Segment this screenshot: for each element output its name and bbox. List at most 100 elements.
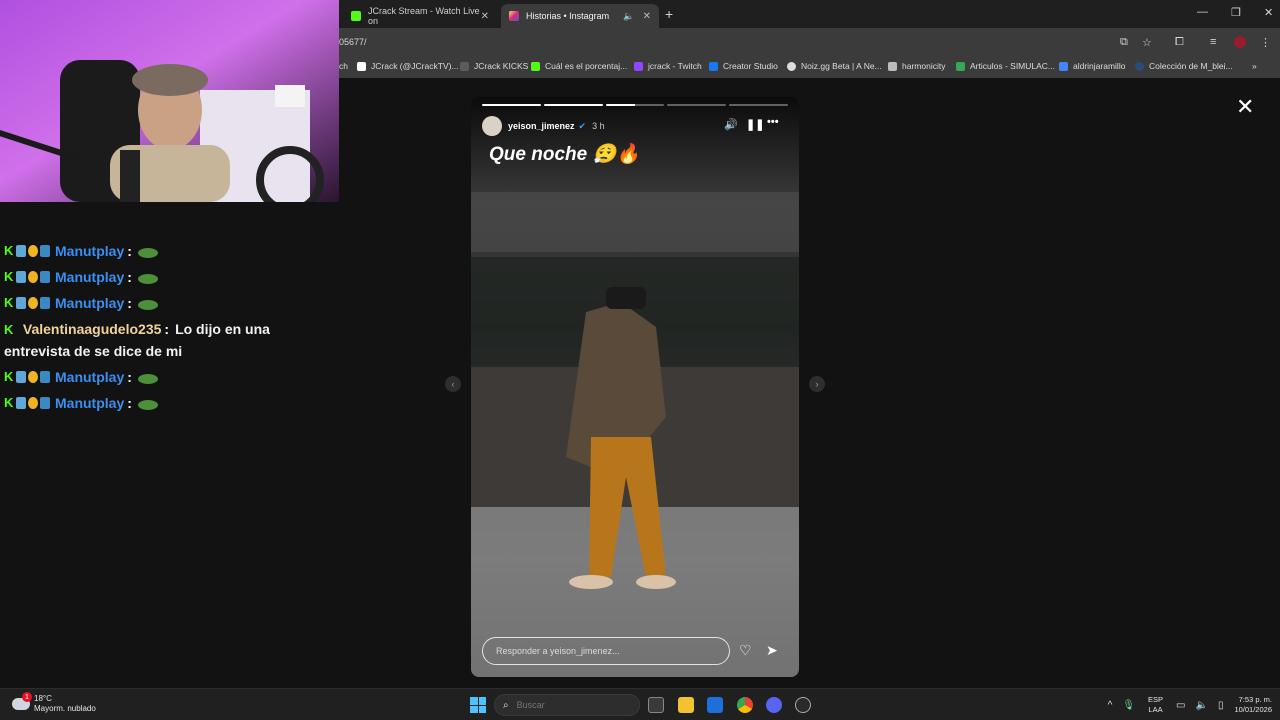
close-icon[interactable]: ✕ xyxy=(481,11,489,22)
app-icon[interactable] xyxy=(795,697,811,713)
file-explorer-icon[interactable] xyxy=(678,697,694,713)
discord-icon[interactable] xyxy=(766,697,782,713)
star-icon[interactable]: ☆ xyxy=(1142,36,1152,49)
kick-badge-icon: K xyxy=(4,295,14,310)
more-bookmarks-icon[interactable]: » xyxy=(1252,61,1257,71)
close-story-button[interactable]: ✕ xyxy=(1236,94,1254,120)
chat-message: K Valentinaagudelo235: Lo dijo en una ent… xyxy=(4,321,270,359)
tile-badge-icon xyxy=(16,371,26,383)
chevron-up-icon[interactable]: ^ xyxy=(1108,700,1113,711)
speaker-icon[interactable]: 🔈 xyxy=(623,11,634,22)
tile-badge-icon xyxy=(16,245,26,257)
chat-message: K Manutplay: xyxy=(4,366,334,388)
profile-avatar[interactable] xyxy=(1234,36,1246,48)
more-options-icon[interactable]: ••• xyxy=(767,116,779,128)
media-control-icon[interactable]: ≡ xyxy=(1210,36,1216,48)
volume-icon[interactable]: 🔈 xyxy=(1195,700,1207,711)
weather-temp: 18°C xyxy=(34,694,52,703)
clock[interactable]: 7:53 p. m. 10/01/2026 xyxy=(1234,695,1272,715)
chat-username: Manutplay xyxy=(55,369,125,385)
previous-story-button[interactable]: ‹ xyxy=(445,376,461,392)
weather-widget[interactable]: 1 18°C Mayorm. nublado xyxy=(12,692,96,714)
install-app-icon[interactable]: ⧉ xyxy=(1120,36,1128,49)
url-text[interactable]: 05677/ xyxy=(339,37,367,47)
tab-bar: JCrack Stream - Watch Live on ✕ Historia… xyxy=(339,0,1280,28)
language-indicator[interactable]: ESP LAA xyxy=(1148,695,1163,715)
frog-emote-icon xyxy=(137,274,158,284)
screen: JCrack Stream - Watch Live on ✕ Historia… xyxy=(0,0,1280,720)
taskbar: 1 18°C Mayorm. nublado ⌕ ^ 🎙 ESPLAA ▭ 🔈 … xyxy=(0,688,1280,720)
heart-icon[interactable]: ♡ xyxy=(739,642,752,659)
close-window-button[interactable]: ✕ xyxy=(1264,6,1273,19)
story-caption: Que noche 😮‍💨🔥 xyxy=(489,144,640,165)
kick-icon xyxy=(531,61,540,71)
tile-badge-icon xyxy=(16,271,26,283)
extensions-icon[interactable]: ⧠ xyxy=(1175,36,1184,49)
coin-badge-icon xyxy=(28,297,38,309)
twitch-icon xyxy=(634,61,643,71)
bookmark-item[interactable]: JCrack KICKS xyxy=(460,61,528,71)
sheets-icon xyxy=(1059,61,1068,71)
chat-username: Manutplay xyxy=(55,395,125,411)
tab-jcrack-stream[interactable]: JCrack Stream - Watch Live on ✕ xyxy=(343,4,497,28)
start-button[interactable] xyxy=(470,697,486,713)
story-media[interactable] xyxy=(471,97,799,677)
speaker-icon[interactable]: 🔊 xyxy=(724,118,738,131)
story-username[interactable]: yeison_jimenez xyxy=(508,121,575,131)
bookmark-item[interactable]: aldrinjaramillo xyxy=(1059,61,1125,71)
frog-emote-icon xyxy=(137,374,158,384)
taskbar-search[interactable]: ⌕ xyxy=(494,694,640,716)
progress-segment xyxy=(605,104,665,106)
bookmark-item[interactable]: Creator Studio xyxy=(709,61,778,71)
story-time: 3 h xyxy=(592,121,605,131)
collection-icon xyxy=(1135,61,1144,71)
minimize-button[interactable]: — xyxy=(1197,6,1208,18)
cloud-icon: 1 xyxy=(12,692,32,710)
search-icon: ⌕ xyxy=(503,699,509,711)
new-tab-button[interactable]: + xyxy=(665,6,673,22)
bookmark-item[interactable]: Noiz.gg Beta | A Ne... xyxy=(787,61,882,71)
bookmark-item[interactable]: JCrack (@JCrackTV)... xyxy=(357,61,459,71)
next-story-button[interactable]: › xyxy=(809,376,825,392)
avatar[interactable] xyxy=(482,116,502,136)
bookmark-item[interactable]: Articulos - SIMULAC... xyxy=(956,61,1055,71)
drive-icon xyxy=(956,61,965,71)
verified-badge-icon: ✔ xyxy=(578,120,587,131)
kick-badge-icon: K xyxy=(4,243,14,258)
battery-icon[interactable]: ▯ xyxy=(1218,700,1224,711)
bookmark-item[interactable]: ch xyxy=(339,61,348,71)
tile-badge-icon xyxy=(16,397,26,409)
folder-icon xyxy=(460,61,469,71)
network-icon[interactable]: ▭ xyxy=(1176,700,1185,711)
pause-icon[interactable]: ❚❚ xyxy=(746,118,764,131)
tab-instagram-stories[interactable]: Historias • Instagram 🔈 ✕ xyxy=(501,4,659,28)
restore-button[interactable]: ❐ xyxy=(1231,6,1241,19)
mail-icon[interactable] xyxy=(707,697,723,713)
reply-input[interactable] xyxy=(482,637,730,665)
story-photo xyxy=(471,97,799,677)
chat-message: K Manutplay: xyxy=(4,392,334,414)
bookmark-item[interactable]: harmonicity xyxy=(888,61,945,71)
close-icon[interactable]: ✕ xyxy=(643,11,651,22)
kick-badge-icon: K xyxy=(4,369,14,384)
bookmark-item[interactable]: Cuál es el porcentaj... xyxy=(531,61,627,71)
send-icon[interactable]: ➤ xyxy=(766,642,778,659)
microphone-icon[interactable]: 🎙 xyxy=(1122,700,1135,711)
noiz-icon xyxy=(787,61,796,71)
tab-title: JCrack Stream - Watch Live on xyxy=(368,6,480,26)
chat-username: Manutplay xyxy=(55,269,125,285)
story-header: yeison_jimenez ✔ 3 h 🔊 ❚❚ ••• xyxy=(482,116,788,136)
bookmark-item[interactable]: Colección de M_blei... xyxy=(1135,61,1233,71)
notification-badge: 1 xyxy=(22,692,32,702)
menu-kebab-icon[interactable]: ⋮ xyxy=(1260,36,1271,49)
search-input[interactable] xyxy=(516,700,607,710)
chat-message: K Manutplay: xyxy=(4,292,334,314)
task-view-icon[interactable] xyxy=(648,697,664,713)
grid-badge-icon xyxy=(40,371,50,383)
kick-badge-icon: K xyxy=(4,395,14,410)
frog-emote-icon xyxy=(137,248,158,258)
bookmark-item[interactable]: jcrack - Twitch xyxy=(634,61,702,71)
tab-title: Historias • Instagram xyxy=(526,11,610,21)
kick-badge-icon: K xyxy=(4,322,14,337)
chrome-icon[interactable] xyxy=(737,697,753,713)
